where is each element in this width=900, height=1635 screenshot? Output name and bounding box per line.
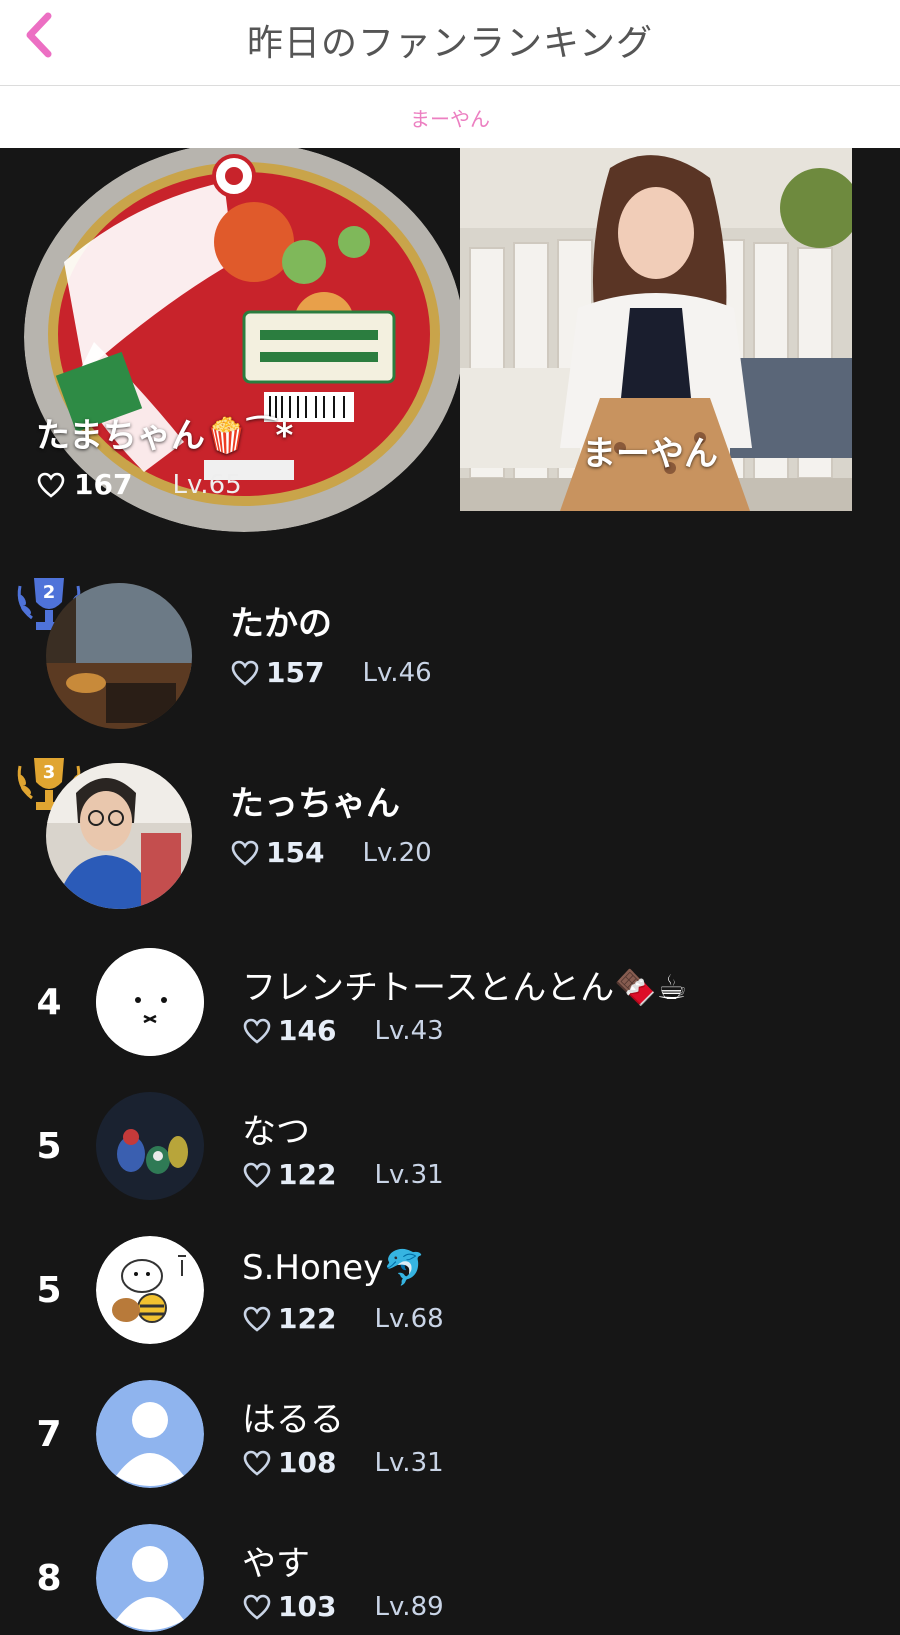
- heart-icon: [243, 1306, 271, 1332]
- fan-level: Lv.20: [362, 837, 432, 868]
- ranking-row[interactable]: 8 やす 103 Lv.89: [0, 1524, 900, 1635]
- like-count: 157: [266, 656, 325, 689]
- rank-3-number: 3: [43, 762, 56, 783]
- host-name-tab[interactable]: まーやん: [0, 103, 900, 132]
- heart-icon: [231, 840, 259, 866]
- fan-level: Lv.43: [374, 1015, 444, 1046]
- fan-name: たかの: [230, 604, 332, 644]
- heart-icon: [243, 1450, 271, 1476]
- fan-level: Lv.65: [172, 469, 242, 500]
- rank-number: 4: [36, 982, 62, 1023]
- page-title: 昨日のファンランキング: [247, 23, 653, 64]
- like-count: 154: [266, 836, 325, 869]
- ranking-row[interactable]: 3 たっちゃん 154 Lv.20: [0, 758, 900, 909]
- app-header: 昨日のファンランキング: [0, 0, 900, 86]
- rank-1-fan-name: たまちゃん🍿⁀*: [36, 416, 294, 456]
- fan-level: Lv.31: [374, 1447, 444, 1478]
- rank-1-fan-card[interactable]: たまちゃん🍿⁀* 167 Lv.65: [24, 148, 464, 532]
- like-count: 167: [74, 468, 133, 501]
- fan-level: Lv.46: [362, 657, 432, 688]
- heart-icon: [231, 660, 259, 686]
- fan-name: S.Honey🐬: [242, 1248, 426, 1288]
- ranking-row[interactable]: 7 はるる 108 Lv.31: [0, 1380, 900, 1510]
- host-photo-card[interactable]: まーやん: [460, 148, 852, 511]
- fan-level: Lv.68: [374, 1303, 444, 1334]
- rank-number: 5: [36, 1126, 62, 1167]
- rank-number: 5: [36, 1270, 62, 1311]
- default-avatar-icon: [96, 1524, 204, 1632]
- ranking-row[interactable]: 2 たかの 157 Lv.46: [0, 578, 900, 729]
- rank-4-avatar: [96, 948, 204, 1056]
- fan-level: Lv.89: [374, 1591, 444, 1622]
- rank-1-stats: 167 Lv.65: [36, 468, 242, 501]
- rank-5-avatar: [96, 1092, 204, 1200]
- like-count: 122: [278, 1302, 337, 1335]
- like-count: 122: [278, 1158, 337, 1191]
- heart-icon: [37, 472, 65, 498]
- heart-icon: [243, 1018, 271, 1044]
- heart-icon: [243, 1594, 271, 1620]
- rank-5b-avatar: [96, 1236, 204, 1344]
- fan-name: はるる: [242, 1400, 344, 1440]
- fan-stats: 108 Lv.31: [242, 1446, 444, 1479]
- ranking-row[interactable]: 4 フレンチトースとんとん🍫☕ 146 Lv.43: [0, 948, 900, 1078]
- fan-stats: 154 Lv.20: [230, 836, 432, 869]
- fan-stats: 146 Lv.43: [242, 1014, 444, 1047]
- rank-3-avatar: [46, 763, 192, 909]
- fan-stats: 103 Lv.89: [242, 1590, 444, 1623]
- fan-stats: 122 Lv.68: [242, 1302, 444, 1335]
- heart-icon: [243, 1162, 271, 1188]
- host-name: まーやん: [582, 434, 718, 474]
- fan-name: フレンチトースとんとん🍫☕: [242, 968, 688, 1008]
- host-tab-bar: まーやん: [0, 86, 900, 148]
- rank-number: 7: [36, 1414, 62, 1455]
- rank-2-avatar: [46, 583, 192, 729]
- like-count: 146: [278, 1014, 337, 1047]
- fan-name: やす: [242, 1544, 310, 1584]
- ranking-list: たまちゃん🍿⁀* 167 Lv.65 まーやん 2 たかの 157 Lv.46 …: [0, 148, 900, 1635]
- fan-name: なつ: [242, 1112, 310, 1152]
- rank-number: 8: [36, 1558, 62, 1599]
- like-count: 108: [278, 1446, 337, 1479]
- fan-stats: 157 Lv.46: [230, 656, 432, 689]
- fan-stats: 122 Lv.31: [242, 1158, 444, 1191]
- fan-name: たっちゃん: [230, 784, 400, 824]
- fan-level: Lv.31: [374, 1159, 444, 1190]
- rank-2-number: 2: [43, 582, 56, 603]
- ranking-row[interactable]: 5 なつ 122 Lv.31: [0, 1092, 900, 1222]
- ranking-row[interactable]: 5 S.Honey🐬 122 Lv.68: [0, 1236, 900, 1366]
- default-avatar-icon: [96, 1380, 204, 1488]
- like-count: 103: [278, 1590, 337, 1623]
